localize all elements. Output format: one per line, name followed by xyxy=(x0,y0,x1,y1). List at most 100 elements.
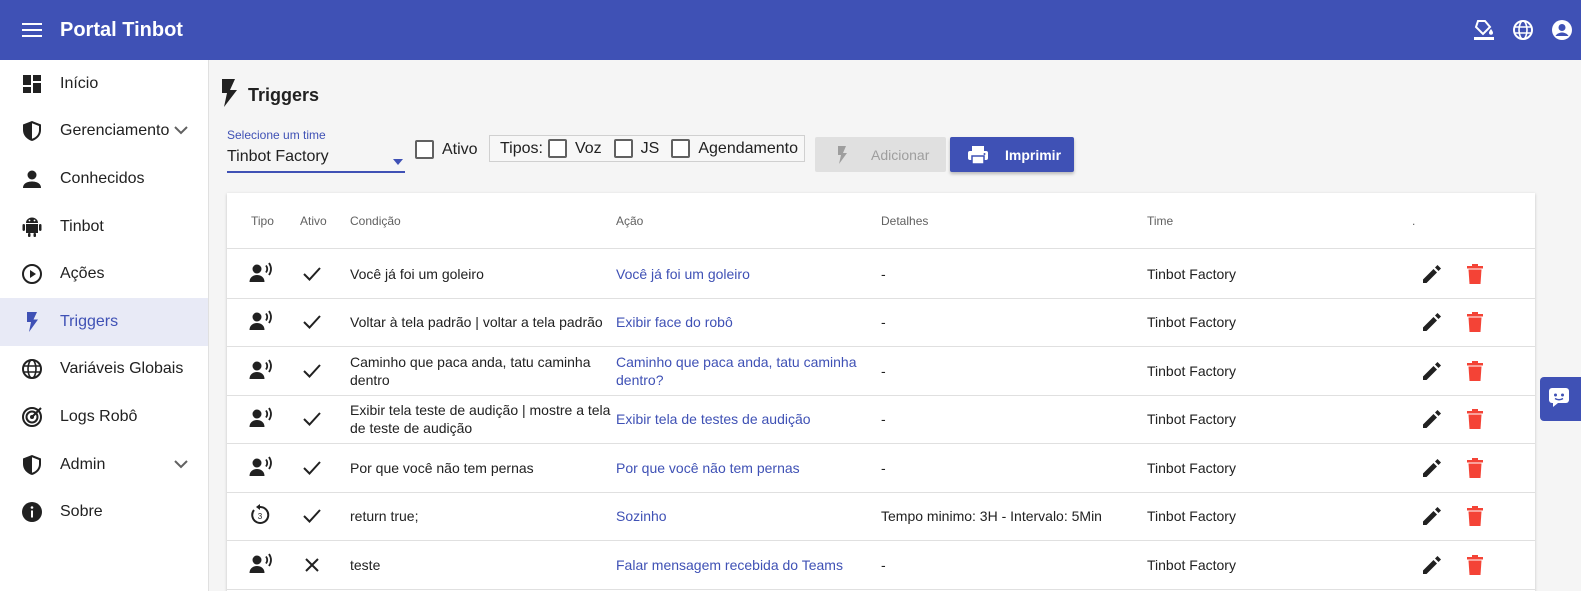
condition-text: Você já foi um goleiro xyxy=(350,265,484,282)
main-content: Triggers Selecione um time Tinbot Factor… xyxy=(210,60,1581,591)
action-link[interactable]: Falar mensagem recebida do Teams xyxy=(616,556,878,574)
flash-icon xyxy=(218,78,240,113)
chevron-down-icon[interactable] xyxy=(174,122,188,140)
team-text: Tinbot Factory xyxy=(1147,556,1236,573)
header-ativo[interactable]: Ativo xyxy=(300,214,327,228)
sidebar-item-sobre[interactable]: Sobre xyxy=(0,488,208,536)
delete-icon[interactable] xyxy=(1463,504,1487,528)
table-row: Por que você não tem pernas Por que você… xyxy=(227,444,1535,493)
check-icon xyxy=(300,407,324,431)
sidebar-item-label: Ações xyxy=(60,265,105,283)
shield-icon xyxy=(20,453,44,477)
sidebar: Início Gerenciamento Conhecidos Tinbot A… xyxy=(0,60,209,591)
sidebar-item-triggers[interactable]: Triggers xyxy=(0,297,208,346)
condition-text: Exibir tela teste de audição | mostre a … xyxy=(350,402,611,437)
table-header: Tipo Ativo Condição Ação Detalhes Time . xyxy=(227,193,1535,249)
delete-icon[interactable] xyxy=(1463,262,1487,286)
edit-icon[interactable] xyxy=(1420,456,1444,480)
menu-icon[interactable] xyxy=(0,0,64,60)
condition-text: Caminho que paca anda, tatu caminha dent… xyxy=(350,353,591,388)
dashboard-icon xyxy=(20,72,44,96)
team-text: Tinbot Factory xyxy=(1147,459,1236,476)
voz-checkbox[interactable] xyxy=(547,139,567,158)
sidebar-item-inicio[interactable]: Início xyxy=(0,60,208,108)
svg-text:3: 3 xyxy=(258,512,263,521)
edit-icon[interactable] xyxy=(1420,553,1444,577)
sidebar-item-gerenciamento[interactable]: Gerenciamento xyxy=(0,108,208,156)
sidebar-item-variaveis-globais[interactable]: Variáveis Globais xyxy=(0,346,208,394)
team-text: Tinbot Factory xyxy=(1147,508,1236,525)
header-time[interactable]: Time xyxy=(1147,214,1173,228)
print-button[interactable]: Imprimir xyxy=(950,137,1074,172)
edit-icon[interactable] xyxy=(1420,504,1444,528)
add-button[interactable]: Adicionar xyxy=(815,137,946,172)
edit-icon[interactable] xyxy=(1420,262,1444,286)
sidebar-item-admin[interactable]: Admin xyxy=(0,441,208,489)
page-title: Triggers xyxy=(248,85,320,105)
action-link[interactable]: Você já foi um goleiro xyxy=(616,265,878,283)
action-link[interactable]: Caminho que paca anda, tatu caminha dent… xyxy=(616,353,878,389)
check-icon xyxy=(300,456,324,480)
close-icon xyxy=(300,553,324,577)
header-tipo[interactable]: Tipo xyxy=(251,214,274,228)
chat-widget-button[interactable] xyxy=(1540,377,1581,421)
app-title: Portal Tinbot xyxy=(60,18,183,41)
header-actions: . xyxy=(1412,214,1416,228)
voice-trigger-icon xyxy=(249,407,275,431)
print-button-label: Imprimir xyxy=(1005,146,1062,163)
action-link[interactable]: Por que você não tem pernas xyxy=(616,459,878,477)
delete-icon[interactable] xyxy=(1463,407,1487,431)
account-icon[interactable] xyxy=(1542,0,1581,60)
play-circle-icon xyxy=(20,262,44,286)
palette-icon[interactable] xyxy=(1464,0,1503,60)
action-link[interactable]: Exibir face do robô xyxy=(616,313,878,331)
agendamento-checkbox[interactable] xyxy=(671,139,691,158)
table-row: Caminho que paca anda, tatu caminha dent… xyxy=(227,347,1535,396)
header-acao[interactable]: Ação xyxy=(616,214,643,228)
js-label: JS xyxy=(640,139,660,157)
sidebar-item-acoes[interactable]: Ações xyxy=(0,250,208,298)
print-icon xyxy=(967,145,989,165)
delete-icon[interactable] xyxy=(1463,359,1487,383)
edit-icon[interactable] xyxy=(1420,407,1444,431)
person-icon xyxy=(20,167,44,191)
flash-icon xyxy=(835,145,849,165)
voice-trigger-icon xyxy=(249,310,275,334)
app-bar: Portal Tinbot xyxy=(0,0,1581,60)
action-link[interactable]: Sozinho xyxy=(616,507,878,525)
ativo-checkbox[interactable] xyxy=(415,140,434,159)
delete-icon[interactable] xyxy=(1463,553,1487,577)
sidebar-item-label: Variáveis Globais xyxy=(60,360,184,378)
details-text: - xyxy=(881,459,886,476)
js-checkbox[interactable] xyxy=(613,139,633,158)
header-detalhes[interactable]: Detalhes xyxy=(881,214,928,228)
team-select[interactable]: Selecione um time Tinbot Factory xyxy=(227,126,405,173)
voice-trigger-icon xyxy=(249,262,275,286)
action-link[interactable]: Exibir tela de testes de audição xyxy=(616,410,878,428)
edit-icon[interactable] xyxy=(1420,310,1444,334)
edit-icon[interactable] xyxy=(1420,359,1444,383)
chevron-down-icon[interactable] xyxy=(174,456,188,474)
triggers-table: Tipo Ativo Condição Ação Detalhes Time .… xyxy=(227,193,1535,591)
details-text: Tempo minimo: 3H - Intervalo: 5Min xyxy=(881,508,1102,525)
voice-trigger-icon xyxy=(249,456,275,480)
language-icon[interactable] xyxy=(1503,0,1542,60)
sidebar-item-label: Sobre xyxy=(60,503,103,521)
table-row: 3 return true; Sozinho Tempo minimo: 3H … xyxy=(227,493,1535,541)
sidebar-item-tinbot[interactable]: Tinbot xyxy=(0,203,208,251)
sidebar-item-conhecidos[interactable]: Conhecidos xyxy=(0,155,208,203)
ativo-filter: Ativo xyxy=(415,140,478,159)
check-icon xyxy=(300,504,324,528)
sidebar-item-label: Gerenciamento xyxy=(60,122,170,140)
voice-trigger-icon xyxy=(249,553,275,577)
delete-icon[interactable] xyxy=(1463,456,1487,480)
check-icon xyxy=(300,310,324,334)
delete-icon[interactable] xyxy=(1463,310,1487,334)
team-select-value: Tinbot Factory xyxy=(227,148,329,165)
team-select-label: Selecione um time xyxy=(227,128,326,142)
sidebar-item-label: Conhecidos xyxy=(60,169,145,187)
voice-trigger-icon xyxy=(249,359,275,383)
header-condicao[interactable]: Condição xyxy=(350,214,401,228)
sidebar-item-logs-robo[interactable]: Logs Robô xyxy=(0,393,208,441)
team-text: Tinbot Factory xyxy=(1147,411,1236,428)
